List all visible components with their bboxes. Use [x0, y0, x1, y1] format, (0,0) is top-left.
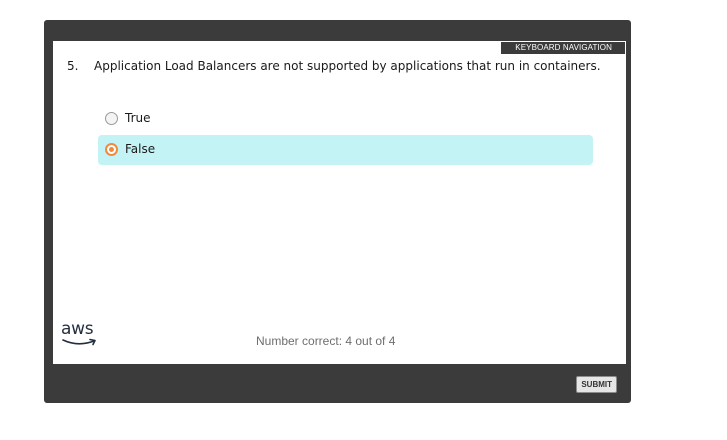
question-text: Application Load Balancers are not suppo… [94, 59, 601, 73]
radio-false[interactable] [105, 143, 118, 156]
option-label: True [125, 111, 151, 125]
radio-selected-dot [109, 147, 114, 152]
aws-smile-icon [62, 338, 96, 346]
quiz-body: KEYBOARD NAVIGATION 5. Application Load … [53, 41, 626, 364]
quiz-frame: KEYBOARD NAVIGATION 5. Application Load … [44, 20, 631, 403]
aws-logo: aws [61, 321, 103, 349]
score-text: Number correct: 4 out of 4 [256, 334, 396, 348]
aws-logo-text: aws [61, 319, 94, 339]
option-true[interactable]: True [98, 104, 593, 134]
option-label: False [125, 142, 156, 156]
option-false[interactable]: False [98, 135, 593, 165]
keyboard-navigation-button[interactable]: KEYBOARD NAVIGATION [501, 42, 625, 54]
submit-button[interactable]: SUBMIT [576, 376, 617, 393]
radio-true[interactable] [105, 112, 118, 125]
question-number: 5. [67, 59, 79, 73]
